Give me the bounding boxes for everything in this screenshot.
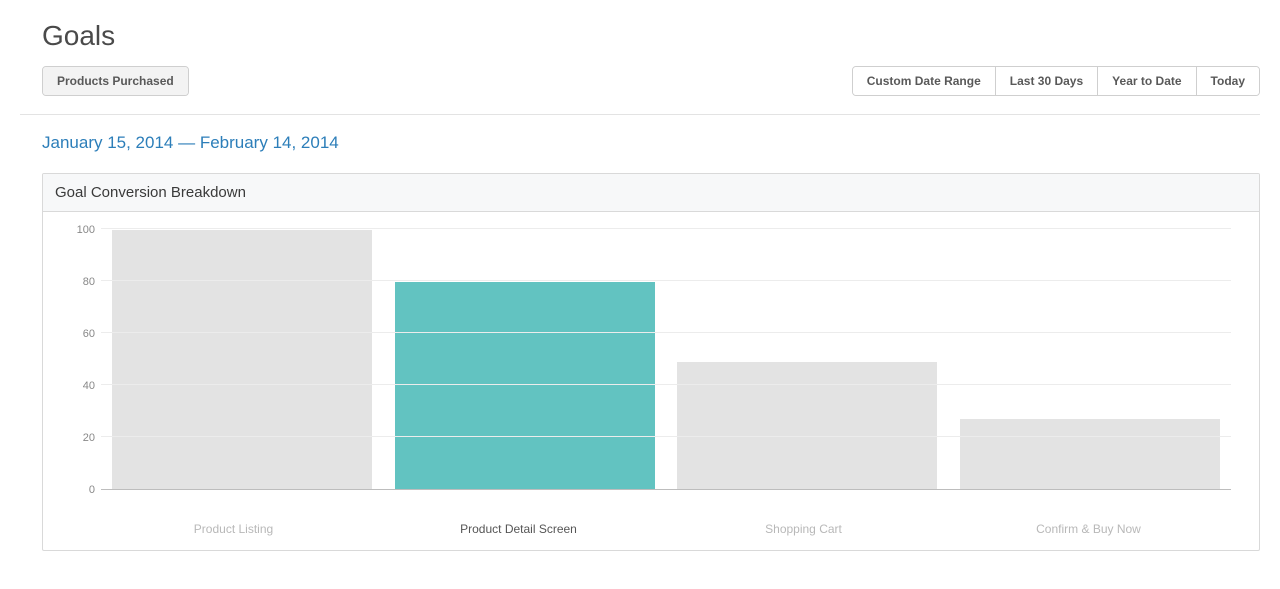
x-axis-label: Product Detail Screen <box>376 522 661 536</box>
bar-slot <box>101 230 384 489</box>
chart-bar[interactable] <box>677 362 937 489</box>
y-tick-label: 40 <box>83 380 95 392</box>
chart-area: 0 20 40 60 80 100 <box>43 212 1259 512</box>
gridline <box>101 228 1231 229</box>
date-range-last-30[interactable]: Last 30 Days <box>996 67 1098 95</box>
y-tick-label: 80 <box>83 276 95 288</box>
chart-panel-title: Goal Conversion Breakdown <box>43 174 1259 212</box>
gridline <box>101 384 1231 385</box>
y-axis: 020406080100 <box>53 230 101 490</box>
x-axis-label: Shopping Cart <box>661 522 946 536</box>
y-tick-label: 0 <box>89 484 95 496</box>
chart-bar[interactable] <box>960 419 1220 489</box>
chart-panel: Goal Conversion Breakdown 0 20 40 60 80 100 P… <box>42 173 1260 551</box>
date-range-ytd[interactable]: Year to Date <box>1098 67 1196 95</box>
chart-bars <box>101 230 1231 489</box>
page-title: Goals <box>42 20 1260 52</box>
chart-plot <box>101 230 1231 490</box>
gridline <box>101 332 1231 333</box>
y-tick-label: 60 <box>83 328 95 340</box>
x-axis: Product ListingProduct Detail ScreenShop… <box>91 512 1259 536</box>
chart-bar[interactable] <box>395 282 655 489</box>
date-range-today[interactable]: Today <box>1197 67 1259 95</box>
gridline <box>101 436 1231 437</box>
bar-slot <box>384 230 667 489</box>
x-axis-label: Confirm & Buy Now <box>946 522 1231 536</box>
gridline <box>101 280 1231 281</box>
bar-slot <box>666 230 949 489</box>
goal-selector[interactable]: Products Purchased <box>43 67 188 95</box>
toolbar: Products Purchased Custom Date Range Las… <box>20 66 1260 115</box>
date-range-group: Custom Date Range Last 30 Days Year to D… <box>852 66 1260 96</box>
date-range-display: January 15, 2014 — February 14, 2014 <box>42 133 1260 153</box>
date-range-custom[interactable]: Custom Date Range <box>853 67 996 95</box>
x-axis-label: Product Listing <box>91 522 376 536</box>
goal-selector-group: Products Purchased <box>42 66 189 96</box>
chart-bar[interactable] <box>112 230 372 489</box>
y-tick-label: 20 <box>83 432 95 444</box>
y-tick-label: 100 <box>77 224 95 236</box>
bar-slot <box>949 230 1232 489</box>
